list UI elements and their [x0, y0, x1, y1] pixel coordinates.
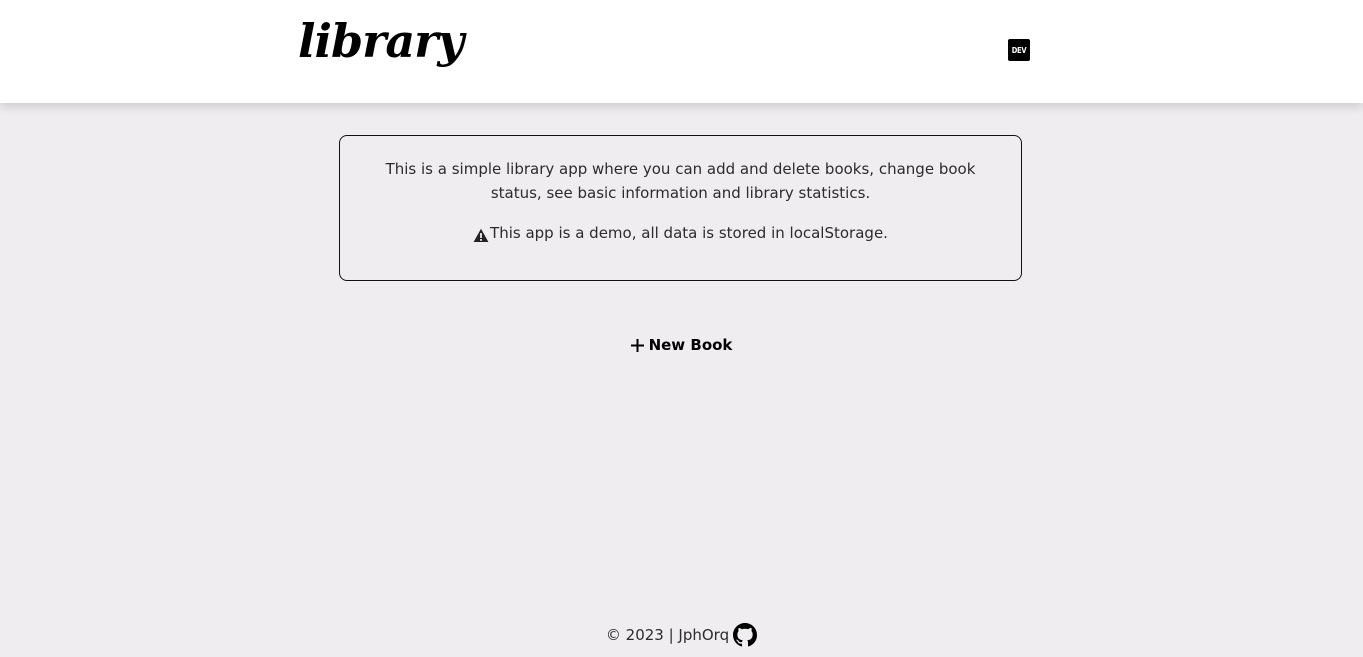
library-logo[interactable]: library	[298, 14, 464, 69]
site-header: library DEV	[0, 0, 1363, 103]
new-book-label: New Book	[648, 336, 733, 354]
demo-warning: This app is a demo, all data is stored i…	[473, 221, 888, 245]
app-description: This is a simple library app where you c…	[385, 160, 976, 202]
demo-warning-text: This app is a demo, all data is stored i…	[490, 224, 888, 242]
warning-triangle-icon	[473, 226, 489, 242]
dev-to-link[interactable]: DEV	[1008, 39, 1030, 61]
site-footer: © 2023 | JphOrq	[0, 622, 1363, 648]
footer-credit: © 2023 | JphOrq	[605, 626, 730, 644]
new-book-button[interactable]: New Book	[624, 332, 738, 358]
plus-icon	[630, 338, 645, 353]
info-panel: This is a simple library app where you c…	[339, 135, 1022, 281]
github-icon[interactable]	[733, 623, 758, 647]
